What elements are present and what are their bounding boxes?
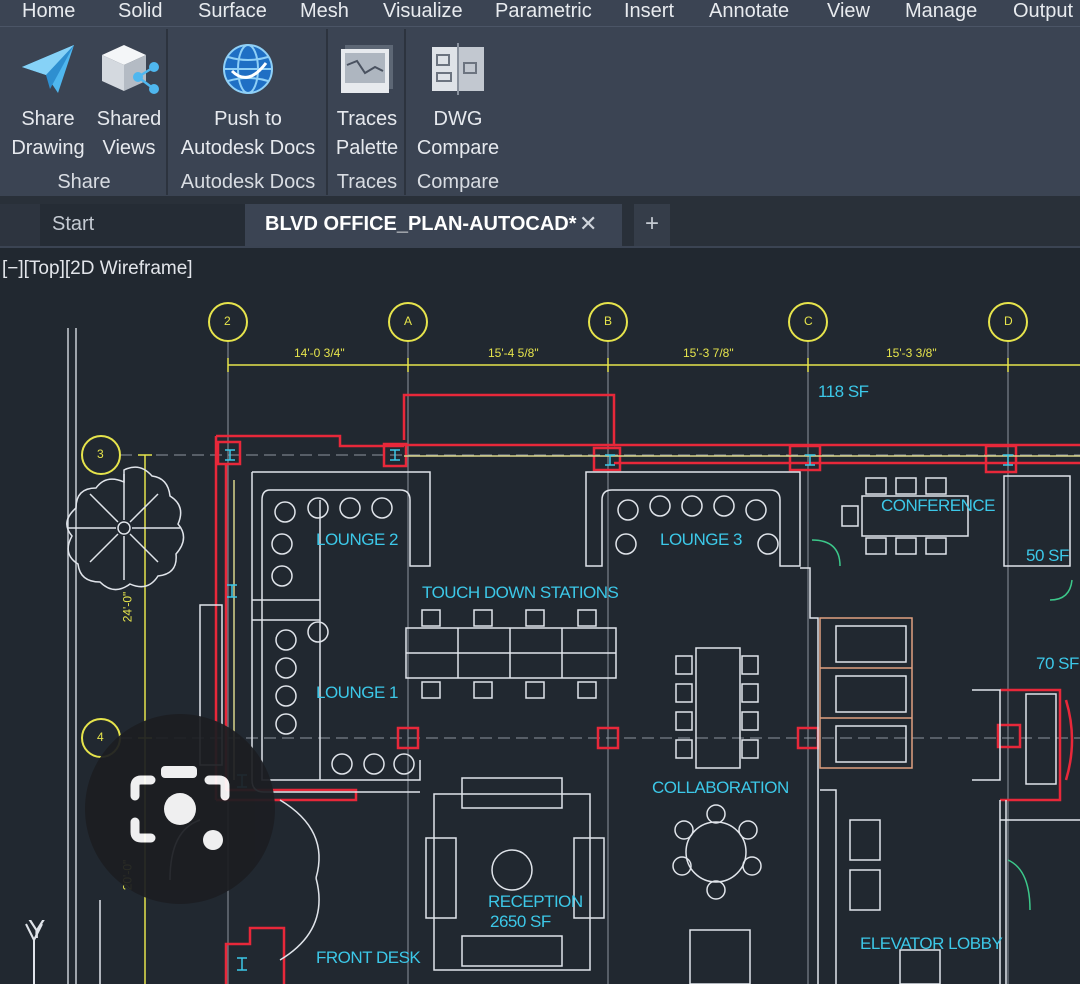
menu-annotate[interactable]: Annotate xyxy=(709,0,789,26)
document-tab-bar: Start BLVD OFFICE_PLAN-AUTOCAD* ✕ + xyxy=(0,196,1080,248)
push-to-autodesk-docs-button[interactable]: Push to Autodesk Docs xyxy=(170,27,326,167)
lens-search-button[interactable] xyxy=(85,714,275,904)
tab-spacer xyxy=(0,204,40,246)
dimension-text: 15'-4 5/8" xyxy=(488,346,539,360)
tab-blvd-office-plan[interactable]: BLVD OFFICE_PLAN-AUTOCAD* ✕ xyxy=(245,204,622,246)
menu-insert[interactable]: Insert xyxy=(624,0,674,26)
grid-bubble-label: C xyxy=(804,314,813,328)
dimension-text: 14'-0 3/4" xyxy=(294,346,345,360)
share-drawing-button[interactable]: Share Drawing xyxy=(2,27,94,167)
menu-surface[interactable]: Surface xyxy=(198,0,267,26)
traces-panel-title: Traces xyxy=(336,171,398,193)
room-label-collaboration: COLLABORATION xyxy=(652,778,789,797)
room-label-lounge-3: LOUNGE 3 xyxy=(660,530,742,549)
panel-separator xyxy=(326,29,328,195)
lounge-3-furniture xyxy=(585,471,801,567)
ribbon: Share Drawing Shared Views Share Push to… xyxy=(0,26,1080,197)
grid-bubble-label: B xyxy=(604,314,613,328)
menu-home[interactable]: Home xyxy=(22,0,75,26)
autodesk-docs-panel-title: Autodesk Docs xyxy=(180,171,316,193)
grid-bubble-label: A xyxy=(404,314,413,328)
push-docs-label-2: Autodesk Docs xyxy=(180,137,316,159)
shared-views-label-1: Shared xyxy=(96,108,162,130)
dwg-compare-button[interactable]: DWG Compare xyxy=(408,27,508,167)
tab-active-label: BLVD OFFICE_PLAN-AUTOCAD* xyxy=(265,213,577,235)
room-label-lounge-1: LOUNGE 1 xyxy=(316,683,398,702)
room-label-lounge-2: LOUNGE 2 xyxy=(316,530,398,549)
room-area-label: 2650 SF xyxy=(490,912,551,931)
shared-views-button[interactable]: Shared Views xyxy=(94,27,164,167)
dimension-lines xyxy=(138,358,1080,984)
dimension-text: 15'-3 3/8" xyxy=(886,346,937,360)
room-area-label: 50 SF xyxy=(1026,546,1069,565)
room-label-reception: RECEPTION xyxy=(488,892,583,911)
menu-bar: Home Solid Surface Mesh Visualize Parame… xyxy=(0,0,1080,26)
menu-solid[interactable]: Solid xyxy=(118,0,162,26)
menu-view[interactable]: View xyxy=(827,0,870,26)
collaboration-table xyxy=(672,647,762,900)
grid-bubble-label: 2 xyxy=(224,314,231,328)
share-drawing-label-2: Drawing xyxy=(11,137,85,159)
shared-views-label-2: Views xyxy=(102,137,156,159)
menu-visualize[interactable]: Visualize xyxy=(383,0,463,26)
menu-mesh[interactable]: Mesh xyxy=(300,0,349,26)
new-tab-button[interactable]: + xyxy=(634,204,670,246)
grid-bubbles xyxy=(81,302,1028,758)
shared-views-cube-icon xyxy=(102,45,159,94)
dwg-compare-label-2: Compare xyxy=(416,137,500,159)
close-tab-icon[interactable]: ✕ xyxy=(579,204,597,244)
room-label-conference: CONFERENCE xyxy=(881,496,996,515)
room-label-touch-down-stations: TOUCH DOWN STATIONS xyxy=(422,583,619,602)
dimension-text: 24'-0" xyxy=(120,591,135,623)
traces-palette-icon xyxy=(341,45,393,93)
traces-palette-label-1: Traces xyxy=(336,108,398,130)
push-docs-label-1: Push to xyxy=(214,108,282,130)
restroom-stalls xyxy=(800,567,913,984)
dimension-text: 15'-3 7/8" xyxy=(683,346,734,360)
dwg-compare-icon xyxy=(432,43,484,95)
column-marks xyxy=(225,449,1013,971)
tab-start[interactable]: Start xyxy=(40,204,245,246)
paper-plane-icon xyxy=(22,45,74,93)
room-area-label: 118 SF xyxy=(818,382,869,401)
camera-search-icon xyxy=(130,766,230,850)
compare-panel-title: Compare xyxy=(416,171,500,193)
panel-separator xyxy=(166,29,168,195)
grid-bubble-label: D xyxy=(1004,314,1013,328)
room-label-elevator-lobby: ELEVATOR LOBBY xyxy=(860,934,1003,953)
traces-palette-button[interactable]: Traces Palette xyxy=(330,27,404,167)
share-panel-title: Share xyxy=(57,171,111,193)
reception-furniture xyxy=(425,777,605,971)
menu-output[interactable]: Output xyxy=(1013,0,1073,26)
panel-separator xyxy=(404,29,406,195)
room-label-front-desk: FRONT DESK xyxy=(316,948,421,967)
touch-down-stations xyxy=(405,609,617,699)
share-drawing-label-1: Share xyxy=(21,108,75,130)
dwg-compare-label-1: DWG xyxy=(433,108,483,130)
menu-manage[interactable]: Manage xyxy=(905,0,977,26)
globe-icon xyxy=(223,44,273,94)
tree-symbol xyxy=(66,466,185,591)
room-area-label: 70 SF xyxy=(1036,654,1079,673)
traces-palette-label-2: Palette xyxy=(335,137,399,159)
menu-parametric[interactable]: Parametric xyxy=(495,0,592,26)
ucs-y-label: Y xyxy=(28,914,45,944)
grid-bubble-label: 3 xyxy=(97,447,104,461)
